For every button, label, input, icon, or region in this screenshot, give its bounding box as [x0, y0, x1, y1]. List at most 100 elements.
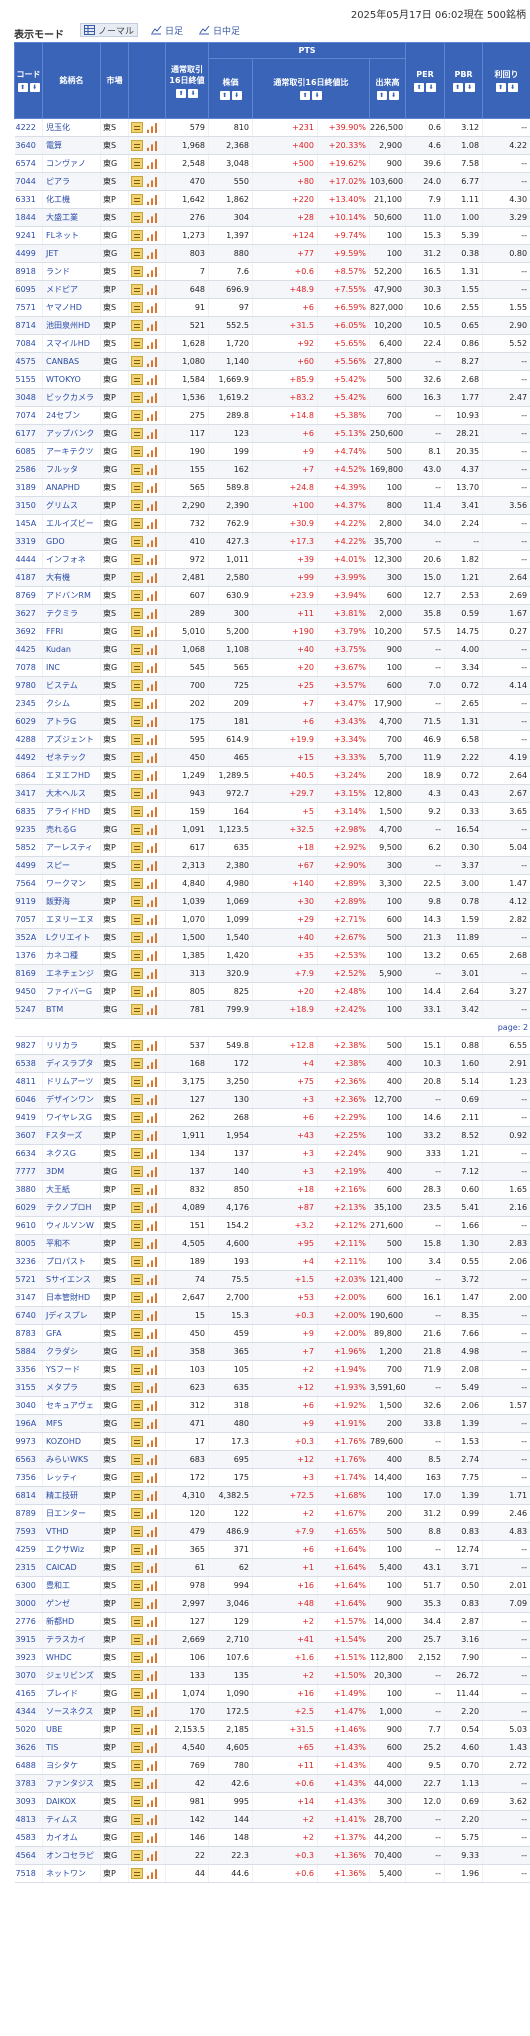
table-row[interactable]: 9780 ビステム 東S 700 725 +25 +3.57% 600 7.0 0.72 4.14 [14, 676, 530, 695]
stock-name-link[interactable]: 大王紙 [42, 1180, 101, 1199]
info-icon[interactable] [131, 716, 143, 727]
info-icon[interactable] [131, 1796, 143, 1807]
info-icon[interactable] [131, 464, 143, 475]
stock-name-link[interactable]: 日エンター [42, 1504, 101, 1523]
stock-name-link[interactable]: Kudan [42, 640, 101, 659]
info-icon[interactable] [131, 1382, 143, 1393]
bar-chart-icon[interactable] [146, 609, 158, 619]
stock-code-link[interactable]: 7356 [14, 1468, 43, 1487]
stock-name-link[interactable]: エヌエフHD [42, 766, 101, 785]
table-row[interactable]: 3783 ファンタジス 東S 42 42.6 +0.6 +1.43% 44,000 22.7 1.… [14, 1774, 530, 1793]
bar-chart-icon[interactable] [146, 1455, 158, 1465]
table-row[interactable]: 4222 児玉化 東S 579 810 +231 +39.90% 226,500 0.6 3.12… [14, 118, 530, 137]
bar-chart-icon[interactable] [146, 1185, 158, 1195]
bar-chart-icon[interactable] [146, 1869, 158, 1879]
sort-up-icon[interactable]: ⬆ [17, 83, 28, 92]
table-row[interactable]: 6085 アーキテクツ 東G 190 199 +9 +4.74% 500 8.1 20.35 -- [14, 442, 530, 461]
info-icon[interactable] [131, 230, 143, 241]
bar-chart-icon[interactable] [146, 249, 158, 259]
sort-up-icon[interactable]: ⬆ [176, 88, 186, 98]
stock-code-link[interactable]: 9780 [14, 676, 43, 695]
bar-chart-icon[interactable] [146, 1815, 158, 1825]
info-icon[interactable] [131, 608, 143, 619]
info-icon[interactable] [131, 590, 143, 601]
stock-code-link[interactable]: 7078 [14, 658, 43, 677]
table-row[interactable]: 4288 アズジェント 東S 595 614.9 +19.9 +3.34% 700 46.9 6.… [14, 730, 530, 749]
sort-down-icon[interactable]: ⬇ [231, 91, 242, 100]
stock-name-link[interactable]: TIS [42, 1738, 101, 1757]
table-row[interactable]: 3880 大王紙 東P 832 850 +18 +2.16% 600 28.3 0.60 1.65 [14, 1180, 530, 1199]
stock-name-link[interactable]: グリムス [42, 496, 101, 515]
stock-code-link[interactable]: 8783 [14, 1324, 43, 1343]
stock-name-link[interactable]: 平和不 [42, 1234, 101, 1253]
stock-name-link[interactable]: デザインワン [42, 1090, 101, 1109]
stock-name-link[interactable]: アズジェント [42, 730, 101, 749]
bar-chart-icon[interactable] [146, 447, 158, 457]
info-icon[interactable] [131, 1364, 143, 1375]
info-icon[interactable] [131, 1076, 143, 1087]
info-icon[interactable] [131, 1166, 143, 1177]
stock-code-link[interactable]: 7084 [14, 334, 43, 353]
info-icon[interactable] [131, 1508, 143, 1519]
sort-down-icon[interactable]: ⬇ [507, 83, 518, 92]
table-row[interactable]: 4811 ドリムアーツ 東S 3,175 3,250 +75 +2.36% 400 20.8 5.… [14, 1072, 530, 1091]
info-icon[interactable] [131, 1544, 143, 1555]
stock-name-link[interactable]: メタプラ [42, 1378, 101, 1397]
stock-name-link[interactable]: WTOKYO [42, 370, 101, 389]
stock-code-link[interactable]: 6029 [14, 1198, 43, 1217]
table-row[interactable]: 9827 リリカラ 東S 537 549.8 +12.8 +2.38% 500 15.1 0.88… [14, 1036, 530, 1055]
info-icon[interactable] [131, 1292, 143, 1303]
table-row[interactable]: 6634 ネクスG 東S 134 137 +3 +2.24% 900 333 1.21 -- [14, 1144, 530, 1163]
info-icon[interactable] [131, 698, 143, 709]
table-row[interactable]: 4444 インフォネ 東G 972 1,011 +39 +4.01% 12,300 20.6 1.… [14, 550, 530, 569]
bar-chart-icon[interactable] [146, 1509, 158, 1519]
stock-code-link[interactable]: 6046 [14, 1090, 43, 1109]
table-row[interactable]: 6300 豊和工 東S 978 994 +16 +1.64% 100 51.7 0.50 2.01 [14, 1576, 530, 1595]
col-diff-header[interactable]: 通常取引16日終値比 ⬆ ⬇ [252, 58, 370, 119]
stock-code-link[interactable]: 4492 [14, 748, 43, 767]
info-icon[interactable] [131, 320, 143, 331]
bar-chart-icon[interactable] [146, 951, 158, 961]
stock-name-link[interactable]: クシム [42, 694, 101, 713]
stock-name-link[interactable]: Lクリエイト [42, 928, 101, 947]
info-icon[interactable] [131, 626, 143, 637]
stock-name-link[interactable]: 日本管財HD [42, 1288, 101, 1307]
stock-name-link[interactable]: 池田泉州HD [42, 316, 101, 335]
stock-name-link[interactable]: ヨシタケ [42, 1756, 101, 1775]
stock-name-link[interactable]: ANAPHD [42, 478, 101, 497]
bar-chart-icon[interactable] [146, 573, 158, 583]
stock-code-link[interactable]: 3093 [14, 1792, 43, 1811]
stock-name-link[interactable]: JET [42, 244, 101, 263]
info-icon[interactable] [131, 518, 143, 529]
stock-code-link[interactable]: 5247 [14, 1000, 43, 1019]
bar-chart-icon[interactable] [146, 339, 158, 349]
stock-name-link[interactable]: アドバンRM [42, 586, 101, 605]
table-row[interactable]: 3915 テラスカイ 東P 2,669 2,710 +41 +1.54% 200 25.7 3.1… [14, 1630, 530, 1649]
info-icon[interactable] [131, 1562, 143, 1573]
bar-chart-icon[interactable] [146, 159, 158, 169]
stock-code-link[interactable]: 3147 [14, 1288, 43, 1307]
bar-chart-icon[interactable] [146, 1059, 158, 1069]
stock-name-link[interactable]: ソースネクス [42, 1702, 101, 1721]
table-row[interactable]: 6864 エヌエフHD 東S 1,249 1,289.5 +40.5 +3.24% 200 18… [14, 766, 530, 785]
info-icon[interactable] [131, 1346, 143, 1357]
stock-code-link[interactable]: 3627 [14, 604, 43, 623]
sort-up-icon[interactable]: ⬆ [376, 91, 387, 100]
bar-chart-icon[interactable] [146, 519, 158, 529]
stock-name-link[interactable]: 児玉化 [42, 118, 101, 137]
stock-code-link[interactable]: 3048 [14, 388, 43, 407]
stock-name-link[interactable]: DAIKOX [42, 1792, 101, 1811]
stock-code-link[interactable]: 4344 [14, 1702, 43, 1721]
stock-code-link[interactable]: 7593 [14, 1522, 43, 1541]
table-row[interactable]: 9235 売れるG 東G 1,091 1,123.5 +32.5 +2.98% 4,700 --… [14, 820, 530, 839]
info-icon[interactable] [131, 284, 143, 295]
bar-chart-icon[interactable] [146, 1419, 158, 1429]
info-icon[interactable] [131, 446, 143, 457]
info-icon[interactable] [131, 356, 143, 367]
stock-code-link[interactable]: 6177 [14, 424, 43, 443]
table-row[interactable]: 2315 CAICAD 東S 61 62 +1 +1.64% 5,400 43.1 3.71 -- [14, 1558, 530, 1577]
info-icon[interactable] [131, 878, 143, 889]
bar-chart-icon[interactable] [146, 1527, 158, 1537]
stock-name-link[interactable]: プロパスト [42, 1252, 101, 1271]
table-row[interactable]: 8169 エネチェンジ 東G 313 320.9 +7.9 +2.52% 5,900 -- 3.0… [14, 964, 530, 983]
